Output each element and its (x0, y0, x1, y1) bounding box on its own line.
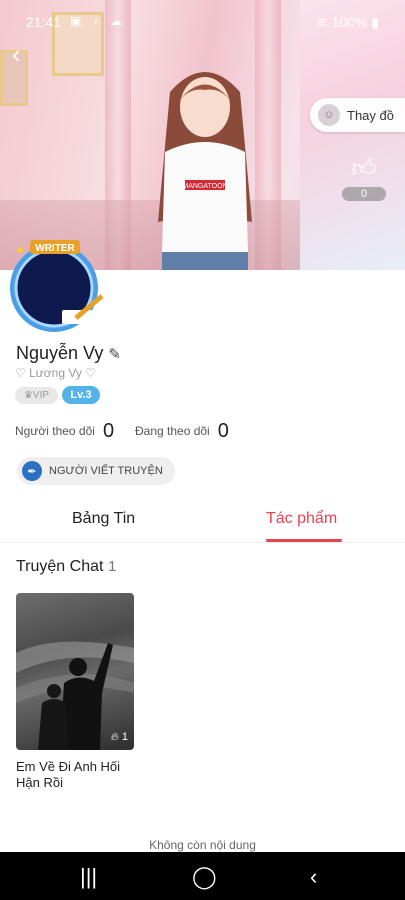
fire-icon: 🔥︎ (110, 731, 119, 743)
followers-count: 0 (102, 420, 115, 442)
writer-quill-icon: ✒ (22, 461, 42, 481)
tab-works[interactable]: Tác phẩm (266, 510, 337, 528)
battery-status: ≋ 100% ▮ (316, 14, 379, 31)
recent-apps-icon[interactable]: ||| (80, 864, 97, 890)
outfit-icon: ☺ (318, 104, 340, 126)
avatar-character[interactable]: MANGATOON (140, 62, 270, 270)
following-stat[interactable]: Đang theo dõi 0 (135, 418, 229, 442)
change-outfit-button[interactable]: ☺ Thay đồ (310, 98, 405, 132)
section-count: 1 (108, 558, 117, 575)
writer-chip[interactable]: ✒ NGƯỜI VIẾT TRUYỆN (17, 457, 175, 485)
wifi-icon: ≋ (315, 14, 328, 30)
followers-stat[interactable]: Người theo dõi 0 (15, 418, 115, 442)
profile-tabs: Bảng Tin Tác phẩm (0, 504, 405, 543)
notification-icons: ▣ ♪ ☁ (70, 14, 127, 28)
back-icon[interactable]: ‹ (310, 864, 317, 890)
system-nav-bar: ||| ◯ ‹ (0, 852, 405, 900)
status-time: 21:41 (26, 14, 62, 30)
back-chevron-icon[interactable]: ‹ (12, 40, 36, 68)
edit-pencil-icon[interactable]: ✎ (108, 346, 121, 363)
window-decor (300, 0, 405, 270)
vip-label: VIP (32, 390, 50, 401)
level-badge[interactable]: Lv.3 (62, 386, 100, 404)
story-cover[interactable]: 🔥︎ 1 (16, 593, 134, 750)
profile-name: Nguyễn Vy (16, 343, 104, 363)
battery-text: 100% (331, 14, 368, 30)
shirt-logo-text: MANGATOON (182, 183, 227, 190)
profile-cover: MANGATOON (0, 0, 405, 270)
writer-badge-avatar[interactable]: WRITER (6, 240, 106, 336)
story-cover-art (16, 641, 134, 750)
battery-icon: ▮ (371, 14, 379, 30)
thumbs-up-icon: 👍︎ (351, 155, 377, 182)
vip-badge[interactable]: ♛ VIP (15, 387, 58, 404)
section-title: Truyện Chat (16, 558, 104, 575)
story-view-count: 1 (121, 731, 128, 743)
story-title[interactable]: Em Về Đi Anh Hối Hận Rồi (16, 759, 136, 791)
tab-feed[interactable]: Bảng Tin (72, 510, 135, 528)
story-views: 🔥︎ 1 (111, 731, 128, 744)
writer-chip-label: NGƯỜI VIẾT TRUYỆN (49, 465, 163, 477)
change-outfit-label: Thay đồ (347, 107, 394, 123)
end-of-content-text: Không còn nội dung (149, 838, 256, 852)
home-icon[interactable]: ◯ (192, 864, 217, 890)
like-count: 0 (342, 187, 386, 201)
profile-subname: ♡ Lương Vy ♡ (15, 366, 96, 380)
like-button[interactable]: 👍︎ 0 (342, 155, 386, 201)
writer-badge-label: WRITER (35, 243, 75, 254)
active-tab-indicator (266, 539, 342, 542)
following-label: Đang theo dõi (135, 424, 210, 438)
status-bar: 21:41 ▣ ♪ ☁ ≋ 100% ▮ (0, 0, 405, 40)
followers-label: Người theo dõi (15, 424, 95, 438)
profile-name-row: Nguyễn Vy ✎ (16, 343, 121, 364)
star-icon (17, 246, 23, 252)
crown-icon: ♛ (23, 390, 33, 401)
following-count: 0 (217, 420, 229, 442)
